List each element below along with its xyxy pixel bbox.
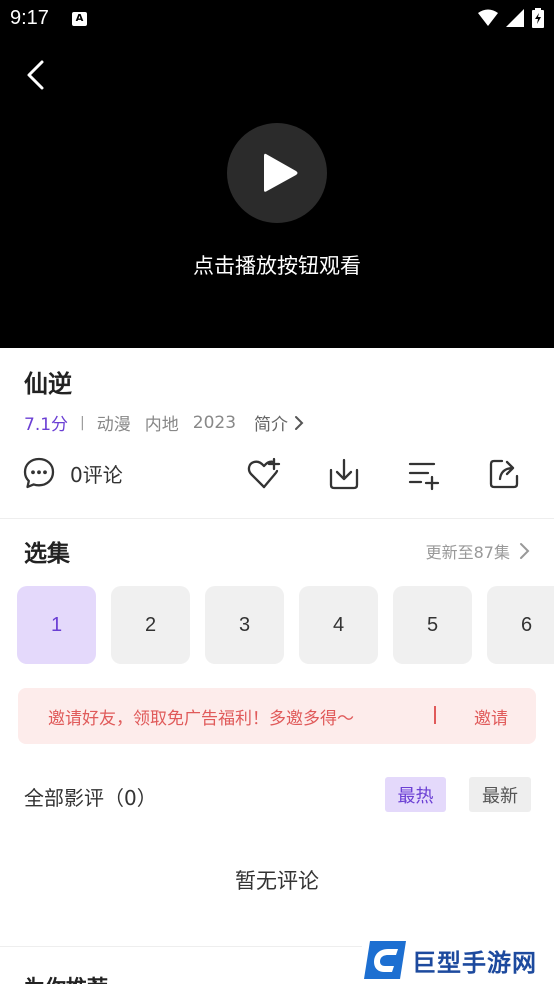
play-hint-text: 点击播放按钮观看 [193,254,361,278]
download-button[interactable] [326,456,362,492]
sort-new-button[interactable]: 最新 [469,777,531,812]
download-icon [329,458,359,490]
chevron-right-icon [520,543,530,559]
invite-banner[interactable]: 邀请好友，领取免广告福利！多邀多得～ 邀请 [18,688,536,744]
reviews-title: 全部影评（0） [24,786,157,810]
favorite-button[interactable] [246,456,282,492]
meta-separator: | [80,414,85,431]
episode-item[interactable]: 3 [205,586,284,664]
episodes-more[interactable]: 更新至87集 [426,539,530,563]
chevron-left-icon [27,60,44,90]
comment-button[interactable]: 0评论 [22,456,123,490]
score: 7.1分 [24,415,69,435]
invite-divider [434,706,436,724]
share-icon [489,459,519,489]
episode-list: 1 2 3 4 5 6 [17,586,554,664]
episode-item[interactable]: 2 [111,586,190,664]
notification-icon: A [72,12,87,26]
battery-icon [532,8,544,28]
year: 2023 [192,412,237,433]
watermark: 巨型手游网 [362,936,554,984]
sort-hot-button[interactable]: 最热 [385,777,446,812]
comment-icon [23,457,55,489]
chevron-right-icon [295,415,304,430]
play-icon [264,153,298,192]
back-button[interactable] [20,58,52,92]
status-icons [478,8,544,28]
invite-message: 邀请好友，领取免广告福利！多邀多得～ [48,708,354,729]
add-to-playlist-button[interactable] [406,456,442,492]
empty-reviews-text: 暂无评论 [235,869,319,893]
episode-item[interactable]: 1 [17,586,96,664]
meta-row: 7.1分 | 动漫 内地 2023 简介 [24,410,306,435]
invite-button[interactable]: 邀请 [474,704,508,729]
watermark-logo-icon [364,941,406,979]
signal-icon [506,9,524,27]
intro-label: 简介 [254,415,289,435]
episodes-title: 选集 [24,541,70,567]
favorite-icon [247,457,281,489]
episode-item[interactable]: 5 [393,586,472,664]
episode-item[interactable]: 6 [487,586,554,664]
show-title: 仙逆 [24,370,72,398]
wifi-icon [478,9,498,26]
intro-link[interactable]: 简介 [254,410,306,435]
share-button[interactable] [486,456,522,492]
status-bar: 9:17 A [0,0,554,38]
region: 内地 [144,415,179,435]
status-time: 9:17 [10,7,49,29]
episodes-update-text: 更新至87集 [425,543,510,562]
video-player[interactable]: 9:17 A 点击播放按钮观看 [0,0,554,348]
watermark-text: 巨型手游网 [412,948,537,977]
recommend-title: 为你推荐 [24,972,108,984]
play-button[interactable] [227,123,327,223]
comment-count: 0评论 [70,462,123,487]
genre: 动漫 [96,415,131,435]
divider [0,518,554,519]
add-to-playlist-icon [408,462,440,491]
episode-item[interactable]: 4 [299,586,378,664]
